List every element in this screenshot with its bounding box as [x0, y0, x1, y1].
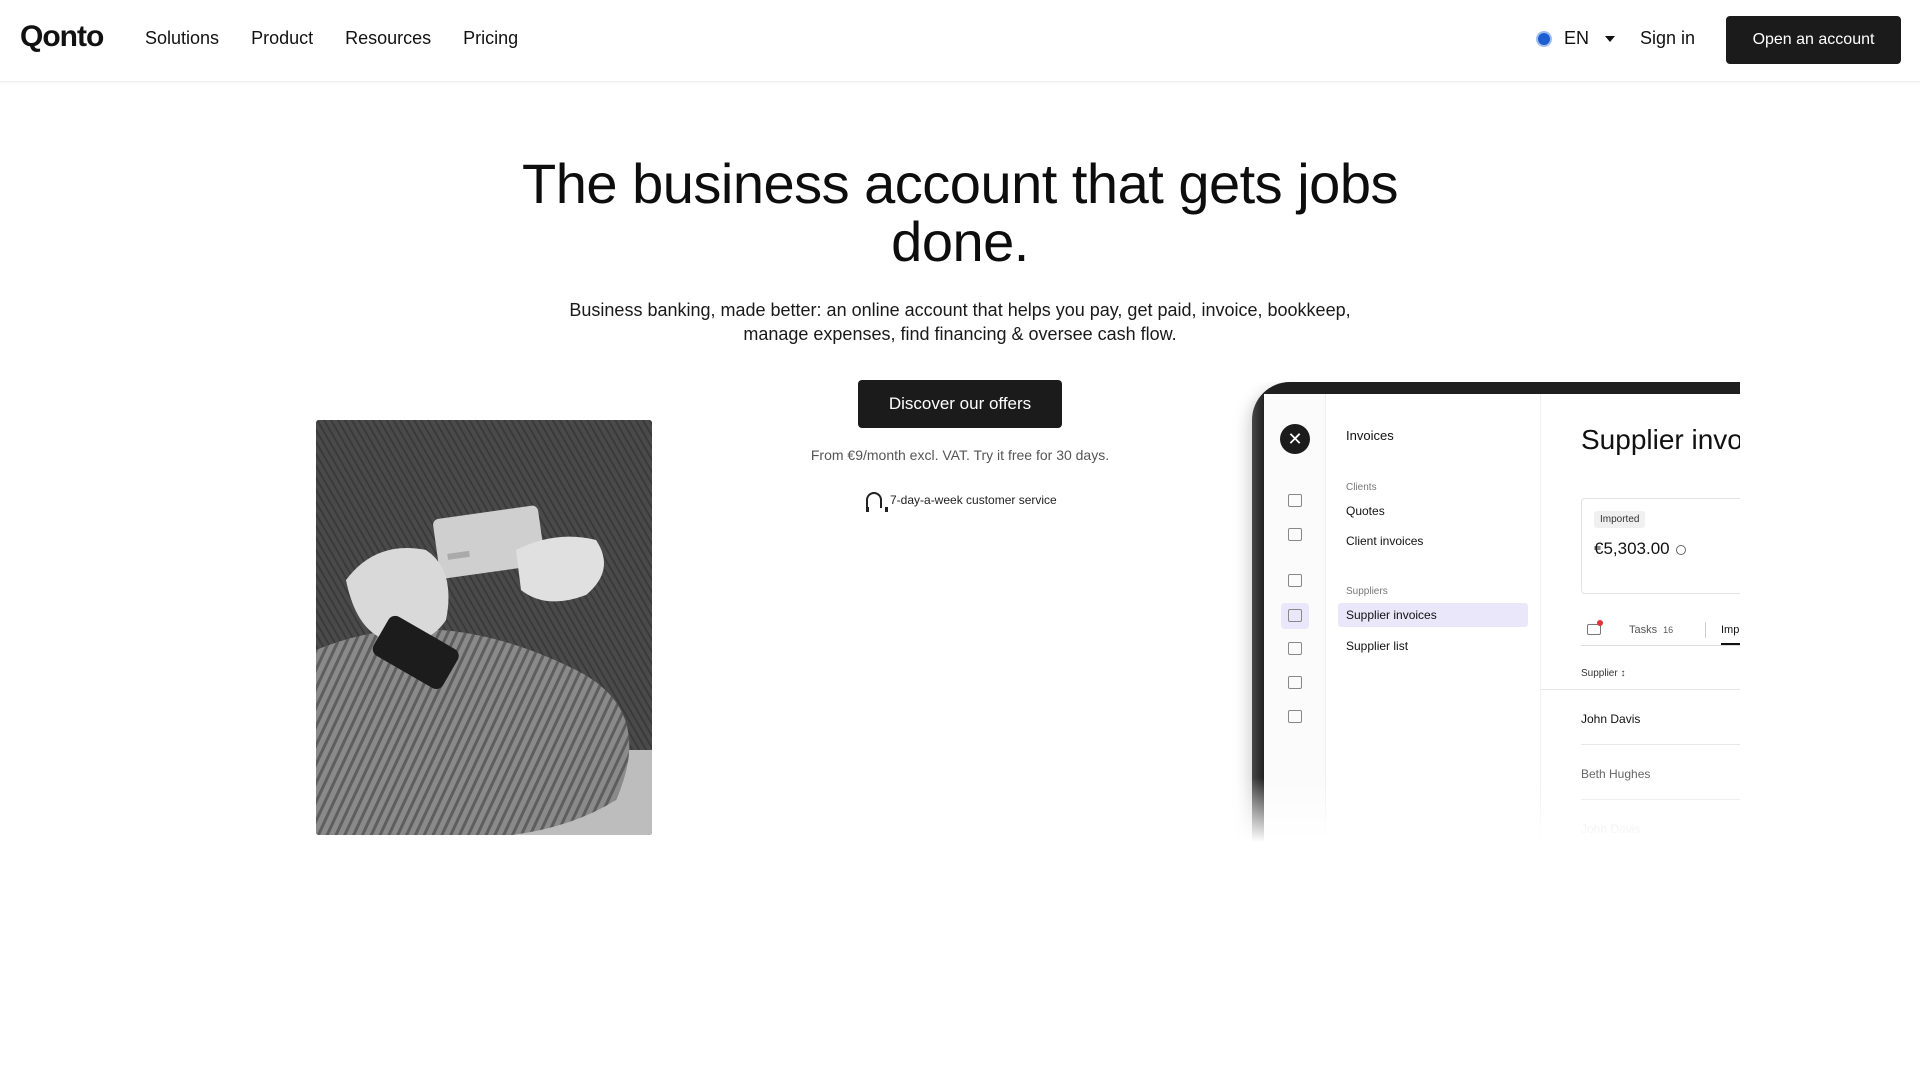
- open-account-button[interactable]: Open an account: [1726, 16, 1901, 64]
- table-row[interactable]: John Davis: [1581, 822, 1640, 836]
- panel-tabs: Tasks 16 Imp: [1581, 618, 1740, 646]
- documents-icon: [1288, 642, 1302, 655]
- imported-amount-card: Imported €5,303.00: [1581, 498, 1740, 594]
- money-bag-icon: [1288, 710, 1302, 723]
- customer-service-label: 7-day-a-week customer service: [890, 493, 1057, 507]
- menu-title: Invoices: [1346, 428, 1394, 443]
- table-divider: [1581, 744, 1740, 745]
- language-selector[interactable]: EN: [1536, 28, 1616, 49]
- bank-icon: [1288, 574, 1302, 587]
- chart-icon: [1288, 494, 1302, 507]
- invoices-menu: Invoices Clients Quotes Client invoices …: [1326, 394, 1541, 842]
- tab-imported[interactable]: Imp: [1721, 624, 1739, 636]
- table-divider: [1541, 689, 1740, 690]
- chevron-down-icon: [1605, 35, 1616, 42]
- headset-icon: [866, 492, 888, 512]
- menu-item-client-invoices[interactable]: Client invoices: [1346, 534, 1423, 548]
- menu-item-supplier-invoices[interactable]: Supplier invoices: [1346, 608, 1437, 622]
- suppliers-group-label: Suppliers: [1346, 586, 1388, 597]
- globe-icon: [1536, 30, 1552, 47]
- panel-title: Supplier invo: [1581, 424, 1740, 455]
- nav-resources[interactable]: Resources: [345, 28, 431, 49]
- sign-in-link[interactable]: Sign in: [1640, 28, 1695, 49]
- table-divider: [1581, 799, 1740, 800]
- app-logo-icon: ✕: [1280, 424, 1310, 454]
- tab-tasks[interactable]: Tasks 16: [1629, 624, 1673, 636]
- hero-photo: [316, 420, 652, 835]
- table-row[interactable]: John Davis: [1581, 712, 1640, 726]
- supplier-column-header[interactable]: Supplier ↕: [1581, 668, 1625, 679]
- supplier-invoices-panel: Supplier invo Imported €5,303.00 Tasks 16…: [1541, 394, 1740, 842]
- hero-title: The business account that gets jobs done…: [522, 152, 1398, 273]
- menu-item-quotes[interactable]: Quotes: [1346, 504, 1385, 518]
- app-mockup: ✕ Invoices Clients Quotes Client invoice…: [1200, 382, 1740, 842]
- inbox-icon: [1288, 528, 1302, 541]
- main-nav: Solutions Product Resources Pricing: [145, 28, 518, 49]
- menu-item-supplier-list[interactable]: Supplier list: [1346, 639, 1408, 653]
- qonto-logo[interactable]: Qonto: [20, 20, 104, 54]
- status-badge: Imported: [1594, 511, 1646, 528]
- hero-subtitle: Business banking, made better: an online…: [569, 300, 1351, 344]
- analytics-icon: [1288, 676, 1302, 689]
- pricing-note: From €9/month excl. VAT. Try it free for…: [810, 447, 1110, 463]
- active-tab-underline: [1721, 643, 1740, 645]
- tab-tasks-label: Tasks: [1629, 624, 1658, 636]
- tablet-frame: ✕ Invoices Clients Quotes Client invoice…: [1252, 382, 1740, 842]
- discover-offers-button[interactable]: Discover our offers: [858, 380, 1062, 428]
- info-icon: [1675, 544, 1686, 555]
- person-holding-card-image: [316, 420, 652, 835]
- nav-solutions[interactable]: Solutions: [145, 28, 219, 49]
- tab-divider: [1705, 622, 1706, 638]
- amount-text: €5,303.00: [1594, 539, 1670, 558]
- table-row[interactable]: Beth Hughes: [1581, 767, 1650, 781]
- amount-value: €5,303.00: [1594, 539, 1686, 559]
- app-sidebar-rail: ✕: [1264, 394, 1326, 842]
- tab-tasks-count: 16: [1663, 625, 1674, 635]
- notification-dot: [1597, 620, 1603, 626]
- clients-group-label: Clients: [1346, 482, 1377, 493]
- nav-pricing[interactable]: Pricing: [463, 28, 518, 49]
- nav-product[interactable]: Product: [251, 28, 313, 49]
- customer-service-note: 7-day-a-week customer service: [866, 492, 1057, 512]
- language-label: EN: [1564, 28, 1590, 48]
- site-header: Qonto Solutions Product Resources Pricin…: [0, 0, 1920, 82]
- invoice-icon: [1288, 609, 1302, 622]
